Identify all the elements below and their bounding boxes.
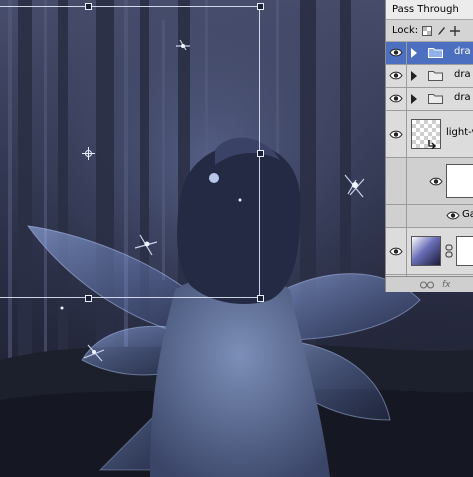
lock-move-icon[interactable] xyxy=(450,25,461,36)
free-transform-bounding-box[interactable] xyxy=(0,6,260,298)
eye-icon[interactable] xyxy=(389,47,403,58)
layer-name: dra xyxy=(454,69,471,80)
layer-name: dra xyxy=(454,92,471,103)
layer-row-mask[interactable] xyxy=(386,158,473,205)
blend-mode-select[interactable]: Pass Through xyxy=(386,0,473,20)
row-divider xyxy=(406,111,407,157)
lock-brush-icon[interactable] xyxy=(436,26,446,36)
eye-icon[interactable] xyxy=(389,129,403,140)
eye-icon[interactable] xyxy=(389,246,403,257)
mask-thumbnail[interactable] xyxy=(446,164,473,198)
lock-label: Lock: xyxy=(392,25,419,36)
lock-row: Lock: xyxy=(386,20,473,42)
row-divider xyxy=(406,158,407,204)
layer-row-group[interactable]: dra xyxy=(386,65,473,88)
layers-panel-footer: fx xyxy=(386,276,473,292)
layer-row-adjustment[interactable] xyxy=(386,228,473,275)
transform-handle-top-right[interactable] xyxy=(257,3,264,10)
lock-transparency-icon[interactable] xyxy=(422,25,433,36)
layer-name: light-v xyxy=(446,127,473,138)
link-layers-icon[interactable] xyxy=(420,281,434,289)
row-divider xyxy=(406,65,407,87)
layer-row-effect[interactable]: Ga xyxy=(386,205,473,228)
layer-row-group[interactable]: dra xyxy=(386,88,473,111)
layer-name: dra xyxy=(454,46,471,57)
layers-panel: Pass Through Lock: dra dra dra light- G … xyxy=(385,0,473,292)
transform-handle-bottom-right[interactable] xyxy=(257,295,264,302)
transform-handle-bottom-middle[interactable] xyxy=(85,295,92,302)
eye-icon[interactable] xyxy=(389,70,403,81)
link-icon[interactable] xyxy=(445,244,453,258)
folder-icon xyxy=(428,48,443,58)
expand-triangle-icon[interactable] xyxy=(411,71,417,81)
layer-row-group[interactable]: dra xyxy=(386,42,473,65)
folder-icon xyxy=(428,71,443,81)
row-divider xyxy=(406,228,407,274)
row-divider xyxy=(406,88,407,110)
eye-icon[interactable] xyxy=(446,210,460,221)
clipping-arrow-icon xyxy=(428,140,436,149)
layer-row-light[interactable]: light-v xyxy=(386,111,473,158)
row-divider xyxy=(406,205,407,227)
gradient-thumbnail[interactable] xyxy=(411,236,441,266)
fx-icon[interactable]: fx xyxy=(442,280,451,290)
transform-handle-middle-right[interactable] xyxy=(257,150,264,157)
row-divider xyxy=(406,42,407,64)
expand-triangle-icon[interactable] xyxy=(411,48,417,58)
adjustment-mask-thumbnail[interactable] xyxy=(456,236,473,266)
folder-icon xyxy=(428,94,443,104)
eye-icon[interactable] xyxy=(389,93,403,104)
effect-name: Ga xyxy=(462,209,473,220)
crosshair-icon[interactable] xyxy=(82,147,95,160)
eye-icon[interactable] xyxy=(429,176,443,187)
transform-handle-top-middle[interactable] xyxy=(85,3,92,10)
photoshop-workspace: Pass Through Lock: dra dra dra light- G … xyxy=(0,0,473,477)
expand-triangle-icon[interactable] xyxy=(411,94,417,104)
